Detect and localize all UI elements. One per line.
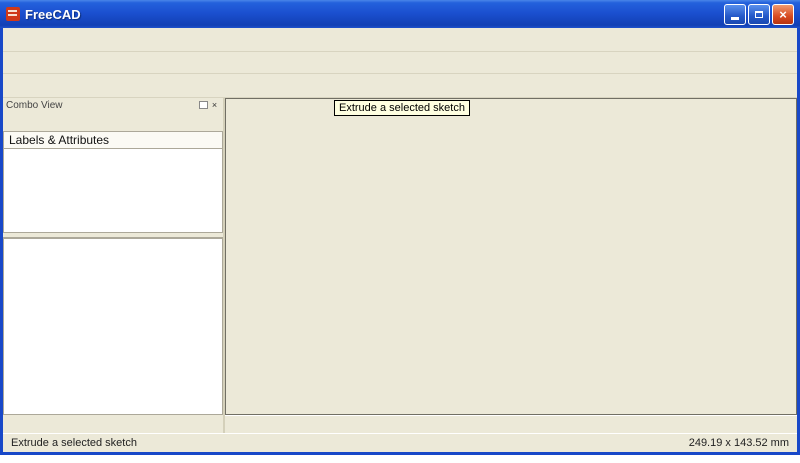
panel-undock-icon[interactable]	[199, 101, 208, 109]
toolbar-standard	[3, 52, 797, 74]
desktop-below-window	[0, 455, 800, 463]
status-message: Extrude a selected sketch	[11, 437, 137, 449]
minimize-icon	[731, 17, 739, 20]
3d-viewport[interactable]: Extrude a selected sketch	[225, 98, 797, 415]
tooltip: Extrude a selected sketch	[334, 100, 470, 116]
toolbar-view-part	[3, 74, 797, 98]
close-button[interactable]: ×	[772, 3, 794, 25]
combo-view-titlebar[interactable]: Combo View ×	[3, 98, 223, 112]
panel-close-icon[interactable]: ×	[209, 100, 220, 111]
status-bar: Extrude a selected sketch 249.19 x 143.5…	[3, 433, 797, 452]
title-bar[interactable]: FreeCAD ×	[0, 0, 800, 28]
mdi-tab-bar	[225, 415, 797, 433]
restore-icon	[755, 10, 763, 18]
close-icon: ×	[779, 6, 787, 22]
model-tree	[3, 149, 223, 233]
freecad-logo-icon	[6, 7, 20, 21]
tree-header: Labels & Attributes	[3, 132, 223, 149]
restore-button[interactable]	[748, 3, 770, 25]
minimize-button[interactable]	[724, 3, 746, 25]
view-data-tabs	[3, 415, 223, 433]
combo-view-tabs	[3, 112, 223, 132]
menu-bar	[3, 28, 797, 52]
viewport-dimensions: 249.19 x 143.52 mm	[688, 437, 789, 449]
property-editor-empty	[3, 239, 223, 415]
freecad-window: FreeCAD × Combo View × Labels & Attribut…	[0, 0, 800, 463]
window-title: FreeCAD	[25, 6, 81, 22]
window-body: Combo View × Labels & Attributes Extrude…	[3, 28, 797, 452]
combo-view-title: Combo View	[6, 99, 63, 111]
combo-view-panel: Combo View × Labels & Attributes	[3, 98, 225, 433]
